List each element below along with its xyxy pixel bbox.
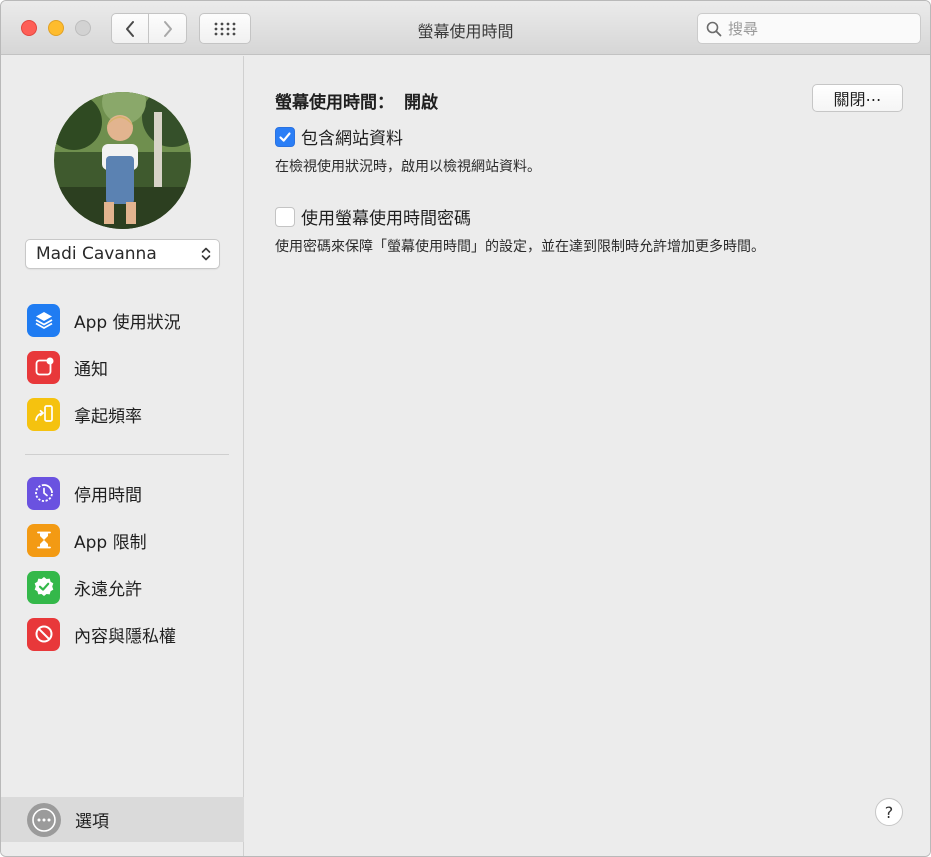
- more-icon: [27, 802, 61, 837]
- no-entry-icon: [27, 617, 60, 651]
- use-passcode-description: 使用密碼來保障「螢幕使用時間」的設定，並在達到限制時允許增加更多時間。: [275, 239, 765, 255]
- sidebar-item-label: 停用時間: [74, 485, 142, 506]
- sidebar-item-app-usage[interactable]: App 使用狀況: [1, 300, 244, 340]
- sidebar-item-app-limits[interactable]: App 限制: [1, 520, 244, 560]
- downtime-icon: [27, 476, 60, 510]
- hourglass-icon: [27, 523, 60, 557]
- search-placeholder: 搜尋: [728, 20, 759, 38]
- layers-icon: [27, 303, 60, 337]
- user-name: Madi Cavanna: [36, 244, 157, 264]
- avatar: [54, 92, 191, 229]
- sidebar-item-label: 通知: [74, 359, 108, 380]
- sidebar-item-options[interactable]: 選項: [1, 797, 244, 842]
- use-passcode-label: 使用螢幕使用時間密碼: [301, 209, 471, 229]
- use-passcode-checkbox[interactable]: [275, 206, 295, 227]
- screen-time-window: 螢幕使用時間 搜尋 Madi Cavanna App 使用狀況 通知 拿起頻率 …: [0, 0, 931, 857]
- use-passcode-row[interactable]: 使用螢幕使用時間密碼: [275, 204, 471, 229]
- checkmark-icon: [279, 131, 291, 142]
- include-website-data-checkbox[interactable]: [275, 126, 295, 147]
- user-select[interactable]: Madi Cavanna: [25, 239, 220, 269]
- include-website-data-row[interactable]: 包含網站資料: [275, 124, 403, 149]
- status-value: 開啟: [404, 93, 438, 113]
- status-label: 螢幕使用時間：: [275, 93, 394, 113]
- pickup-icon: [27, 397, 60, 431]
- main-pane: 螢幕使用時間： 開啟 關閉⋯ 包含網站資料 在檢視使用狀況時，啟用以檢視網站資料。…: [245, 56, 930, 856]
- turn-off-button[interactable]: 關閉⋯: [812, 84, 903, 112]
- sidebar-item-label: 選項: [75, 812, 109, 832]
- updown-chevron-icon: [201, 247, 211, 261]
- sidebar-item-label: App 限制: [74, 532, 147, 553]
- search-field[interactable]: 搜尋: [697, 13, 921, 44]
- notification-icon: [27, 350, 60, 384]
- sidebar-divider: [25, 454, 229, 455]
- sidebar: Madi Cavanna App 使用狀況 通知 拿起頻率 停用時間 App 限…: [1, 56, 244, 856]
- include-website-data-description: 在檢視使用狀況時，啟用以檢視網站資料。: [275, 159, 541, 175]
- sidebar-item-label: 拿起頻率: [74, 406, 142, 427]
- sidebar-item-label: App 使用狀況: [74, 312, 181, 333]
- sidebar-item-label: 內容與隱私權: [74, 626, 176, 647]
- include-website-data-label: 包含網站資料: [301, 129, 403, 149]
- title-bar: 螢幕使用時間 搜尋: [1, 1, 930, 55]
- help-button[interactable]: ?: [875, 798, 903, 826]
- sidebar-item-notifications[interactable]: 通知: [1, 347, 244, 387]
- sidebar-item-content-privacy[interactable]: 內容與隱私權: [1, 614, 244, 654]
- search-icon: [706, 21, 722, 36]
- sidebar-item-label: 永遠允許: [74, 579, 142, 600]
- sidebar-item-pickups[interactable]: 拿起頻率: [1, 394, 244, 434]
- sidebar-item-always-allowed[interactable]: 永遠允許: [1, 567, 244, 607]
- checkmark-badge-icon: [27, 570, 60, 604]
- screen-time-status: 螢幕使用時間： 開啟: [275, 88, 438, 113]
- sidebar-item-downtime[interactable]: 停用時間: [1, 473, 244, 513]
